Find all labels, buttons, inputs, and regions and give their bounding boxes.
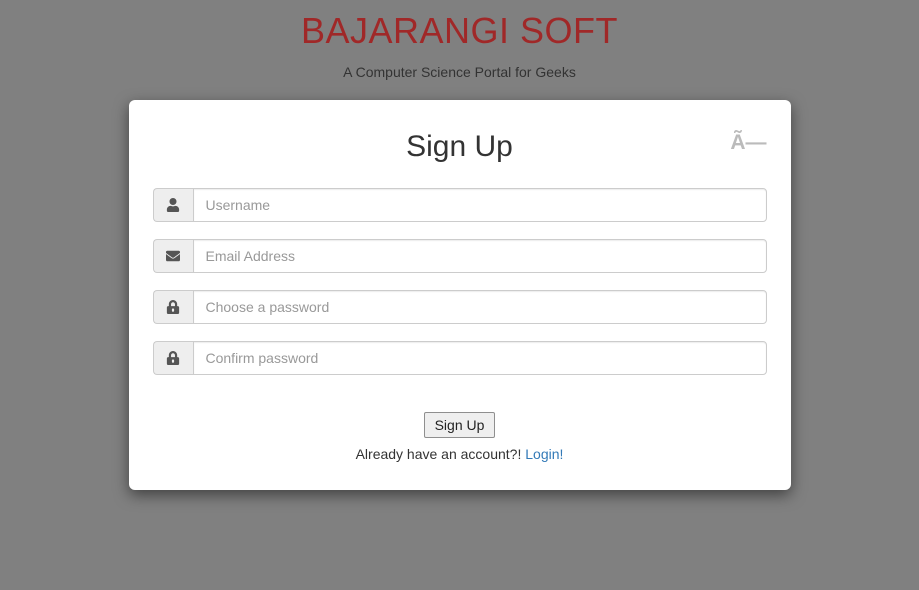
footer-text: Already have an account?! Login!	[153, 446, 767, 462]
username-input[interactable]	[193, 188, 767, 222]
lock-icon	[153, 290, 193, 324]
user-icon	[153, 188, 193, 222]
signup-modal: Sign Up Ã— Sign Up	[129, 100, 791, 490]
password-input[interactable]	[193, 290, 767, 324]
password-group	[153, 290, 767, 324]
page-title: BAJARANGI SOFT	[0, 0, 919, 52]
email-group	[153, 239, 767, 273]
email-input[interactable]	[193, 239, 767, 273]
login-link[interactable]: Login!	[525, 446, 563, 462]
close-button[interactable]: Ã—	[730, 132, 766, 153]
confirm-password-input[interactable]	[193, 341, 767, 375]
confirm-password-group	[153, 341, 767, 375]
modal-footer: Sign Up Already have an account?! Login!	[129, 412, 791, 490]
username-group	[153, 188, 767, 222]
signup-button[interactable]: Sign Up	[424, 412, 496, 438]
modal-body	[129, 188, 791, 412]
envelope-icon	[153, 239, 193, 273]
footer-prompt: Already have an account?!	[356, 446, 526, 462]
page-subtitle: A Computer Science Portal for Geeks	[0, 64, 919, 80]
modal-title: Sign Up	[149, 130, 771, 164]
lock-icon	[153, 341, 193, 375]
modal-header: Sign Up Ã—	[129, 100, 791, 188]
